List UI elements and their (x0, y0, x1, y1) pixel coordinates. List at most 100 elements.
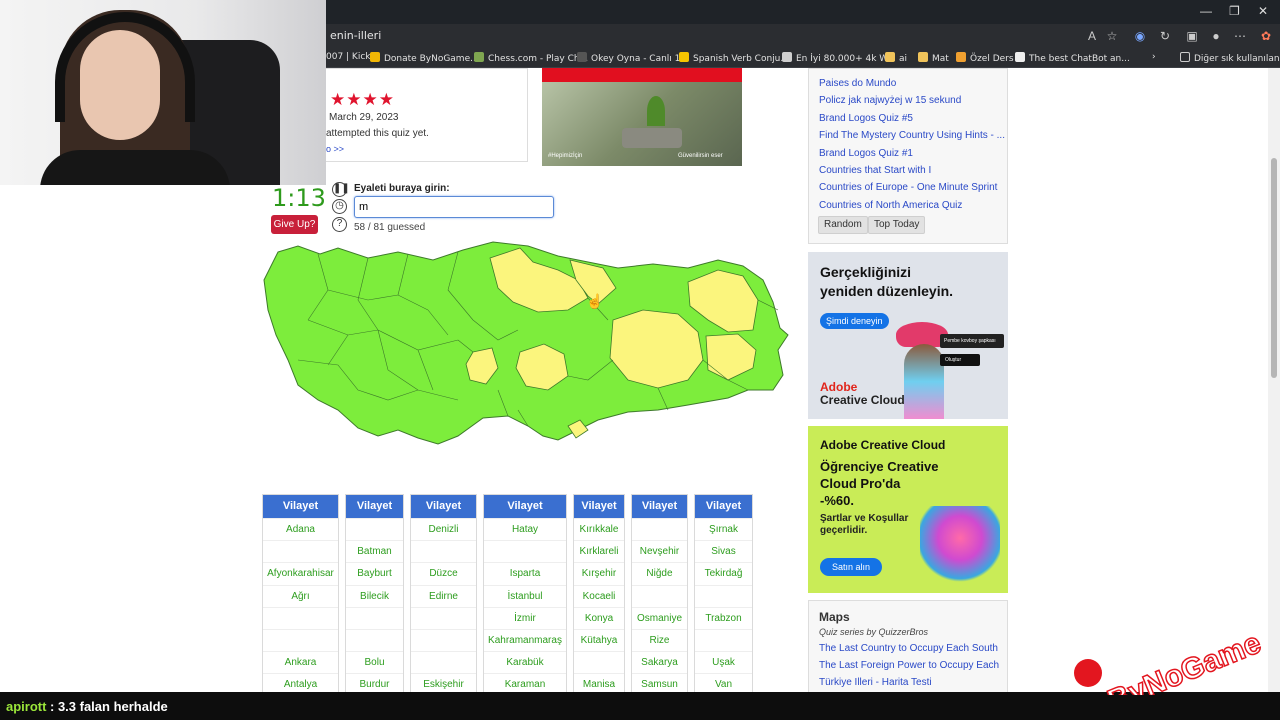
table-cell: Hatay (484, 518, 566, 540)
maps-link[interactable]: Türkiye İlleri - Harita Testi (819, 677, 999, 688)
answer-input[interactable] (354, 196, 554, 218)
table-cell: Düzce (411, 562, 476, 584)
timer: 1:13 (272, 184, 326, 212)
maps-link[interactable]: The Last Foreign Power to Occupy Each... (819, 660, 999, 671)
maps-title: Maps (819, 610, 850, 624)
streamer-webcam (0, 0, 326, 185)
maps-subtitle: Quiz series by QuizzerBros (819, 627, 929, 637)
read-aloud-icon[interactable]: A (1084, 28, 1100, 44)
table-cell: İzmir (484, 606, 566, 629)
table-column-7: Vilayet Şırnak Sivas Tekirdağ Trabzon Uş… (694, 494, 753, 692)
ad1-cta-button[interactable]: Şimdi deneyin (820, 313, 889, 329)
table-cell (411, 628, 476, 651)
profile-avatar-icon[interactable]: ● (1208, 28, 1224, 44)
maps-card: Maps Quiz series by QuizzerBros The Last… (808, 600, 1008, 692)
column-header: Vilayet (484, 495, 566, 518)
bookmark-chatbot[interactable]: The best ChatBot an... (1015, 52, 1130, 64)
bookmark-ozel-ders[interactable]: Özel Ders (956, 52, 1014, 64)
ad2-line-1: Öğrenciye Creative (820, 459, 939, 474)
ad2-buy-button[interactable]: Satın alın (820, 558, 883, 576)
ad1-brand-1: Adobe (820, 380, 858, 394)
table-cell: Osmaniye (632, 606, 687, 629)
chat-message: : 3.3 falan herhalde (50, 699, 168, 714)
table-cell: Adana (263, 518, 338, 540)
turkey-map[interactable] (258, 240, 794, 468)
table-cell: Batman (346, 540, 403, 562)
bookmark-mat[interactable]: Mat (918, 52, 949, 64)
more-menu-icon[interactable]: ⋯ (1232, 28, 1248, 44)
table-column-4: Vilayet Hatay Isparta İstanbul İzmir Kah… (483, 494, 567, 692)
url-text[interactable]: enin-illeri (330, 29, 381, 42)
table-cell (484, 540, 566, 562)
streamer-shirt-image (40, 150, 230, 185)
top-today-button[interactable]: Top Today (868, 216, 926, 234)
more-link[interactable]: o >> (326, 144, 344, 154)
table-cell: İstanbul (484, 584, 566, 607)
table-cell (632, 584, 687, 607)
table-cell: Trabzon (695, 606, 752, 629)
table-cell: Samsun (632, 673, 687, 692)
chevron-right-icon[interactable]: › (1152, 52, 1156, 62)
table-cell: Eskişehir (411, 673, 476, 692)
extension-icon[interactable]: ◉ (1132, 28, 1148, 44)
stream-chat-bar: apirott : 3.3 falan herhalde (0, 692, 1280, 720)
sidebar-link[interactable]: Countries that Start with I (819, 165, 1005, 182)
sidebar-link[interactable]: Policz jak najwyżej w 15 sekund (819, 95, 1005, 112)
table-cell (346, 518, 403, 540)
quiz-date: March 29, 2023 (329, 112, 399, 123)
table-column-5: Vilayet Kırıkkale Kırklareli Kırşehir Ko… (573, 494, 625, 692)
banner-caption-left: #Hepimizİçin (548, 153, 583, 159)
refresh-icon[interactable]: ↻ (1157, 28, 1173, 44)
bookmark-donate[interactable]: Donate ByNoGame... (370, 52, 479, 64)
clock-icon[interactable]: ◷ (332, 199, 347, 214)
collections-icon[interactable]: ▣ (1184, 28, 1200, 44)
banner-ad[interactable]: #Hepimizİçin Güvenilirsin eser (542, 68, 742, 166)
favorite-star-icon[interactable]: ☆ (1104, 28, 1120, 44)
plant-image (647, 96, 665, 126)
minimize-icon[interactable]: — (1200, 4, 1212, 18)
sidebar-link[interactable]: Brand Logos Quiz #1 (819, 148, 1005, 165)
ad2-brand: Adobe Creative Cloud (820, 438, 946, 452)
column-header: Vilayet (346, 495, 403, 518)
bookmark-wallpapers[interactable]: En İyi 80.000+ 4k W... (782, 52, 896, 64)
ad2-line-3: -%60. (820, 493, 854, 508)
ad2-line-2: Cloud Pro'da (820, 476, 901, 491)
restore-icon[interactable]: ❐ (1229, 4, 1240, 18)
table-cell: Edirne (411, 584, 476, 607)
column-header: Vilayet (695, 495, 752, 518)
column-header: Vilayet (632, 495, 687, 518)
page-scrollbar[interactable] (1268, 68, 1280, 692)
ad1-headline-2: yeniden düzenleyin. (820, 283, 954, 299)
sidebar-link[interactable]: Countries of Europe - One Minute Sprint (819, 182, 1005, 199)
coins-image (622, 128, 682, 148)
sidebar-link[interactable]: Brand Logos Quiz #5 (819, 113, 1005, 130)
other-bookmarks[interactable]: Diğer sık kullanılanlar (1180, 52, 1280, 64)
table-cell: Bilecik (346, 584, 403, 607)
bookmark-spanish[interactable]: Spanish Verb Conju... (679, 52, 789, 64)
adobe-ad-1[interactable]: Gerçekliğinizi yeniden düzenleyin. Şimdi… (808, 252, 1008, 419)
ad1-popup-generate: Oluştur (940, 354, 980, 366)
maps-link[interactable]: The Last Country to Occupy Each South ..… (819, 643, 999, 654)
sidebar-link[interactable]: Find The Mystery Country Using Hints - .… (819, 130, 1005, 147)
sidebar-link[interactable]: Paises do Mundo (819, 78, 1005, 95)
give-up-button[interactable]: Give Up? (271, 215, 318, 234)
pause-icon[interactable]: ❚❚ (332, 182, 350, 197)
table-cell: Uşak (695, 651, 752, 673)
scrollbar-thumb[interactable] (1271, 158, 1277, 378)
table-cell: Konya (574, 606, 624, 629)
sidebar-link[interactable]: Countries of North America Quiz (819, 200, 1005, 217)
close-icon[interactable]: ✕ (1258, 4, 1268, 18)
help-icon[interactable]: ? (332, 217, 347, 232)
table-column-1: Vilayet Adana Afyonkarahisar Ağrı Ankara… (262, 494, 339, 692)
bookmark-okey[interactable]: Okey Oyna - Canlı 1... (577, 52, 689, 64)
adobe-ad-2[interactable]: Adobe Creative Cloud Öğrenciye Creative … (808, 426, 1008, 593)
bookmark-kick[interactable]: 007 | Kick (326, 52, 371, 62)
table-cell: Karabük (484, 651, 566, 673)
bookmark-chess[interactable]: Chess.com - Play Ch... (474, 52, 588, 64)
random-button[interactable]: Random (818, 216, 868, 234)
ad1-headline-1: Gerçekliğinizi (820, 264, 912, 280)
bookmark-ai[interactable]: ai (885, 52, 907, 64)
table-cell (695, 584, 752, 607)
copilot-icon[interactable]: ✿ (1258, 28, 1274, 44)
column-header: Vilayet (411, 495, 476, 518)
